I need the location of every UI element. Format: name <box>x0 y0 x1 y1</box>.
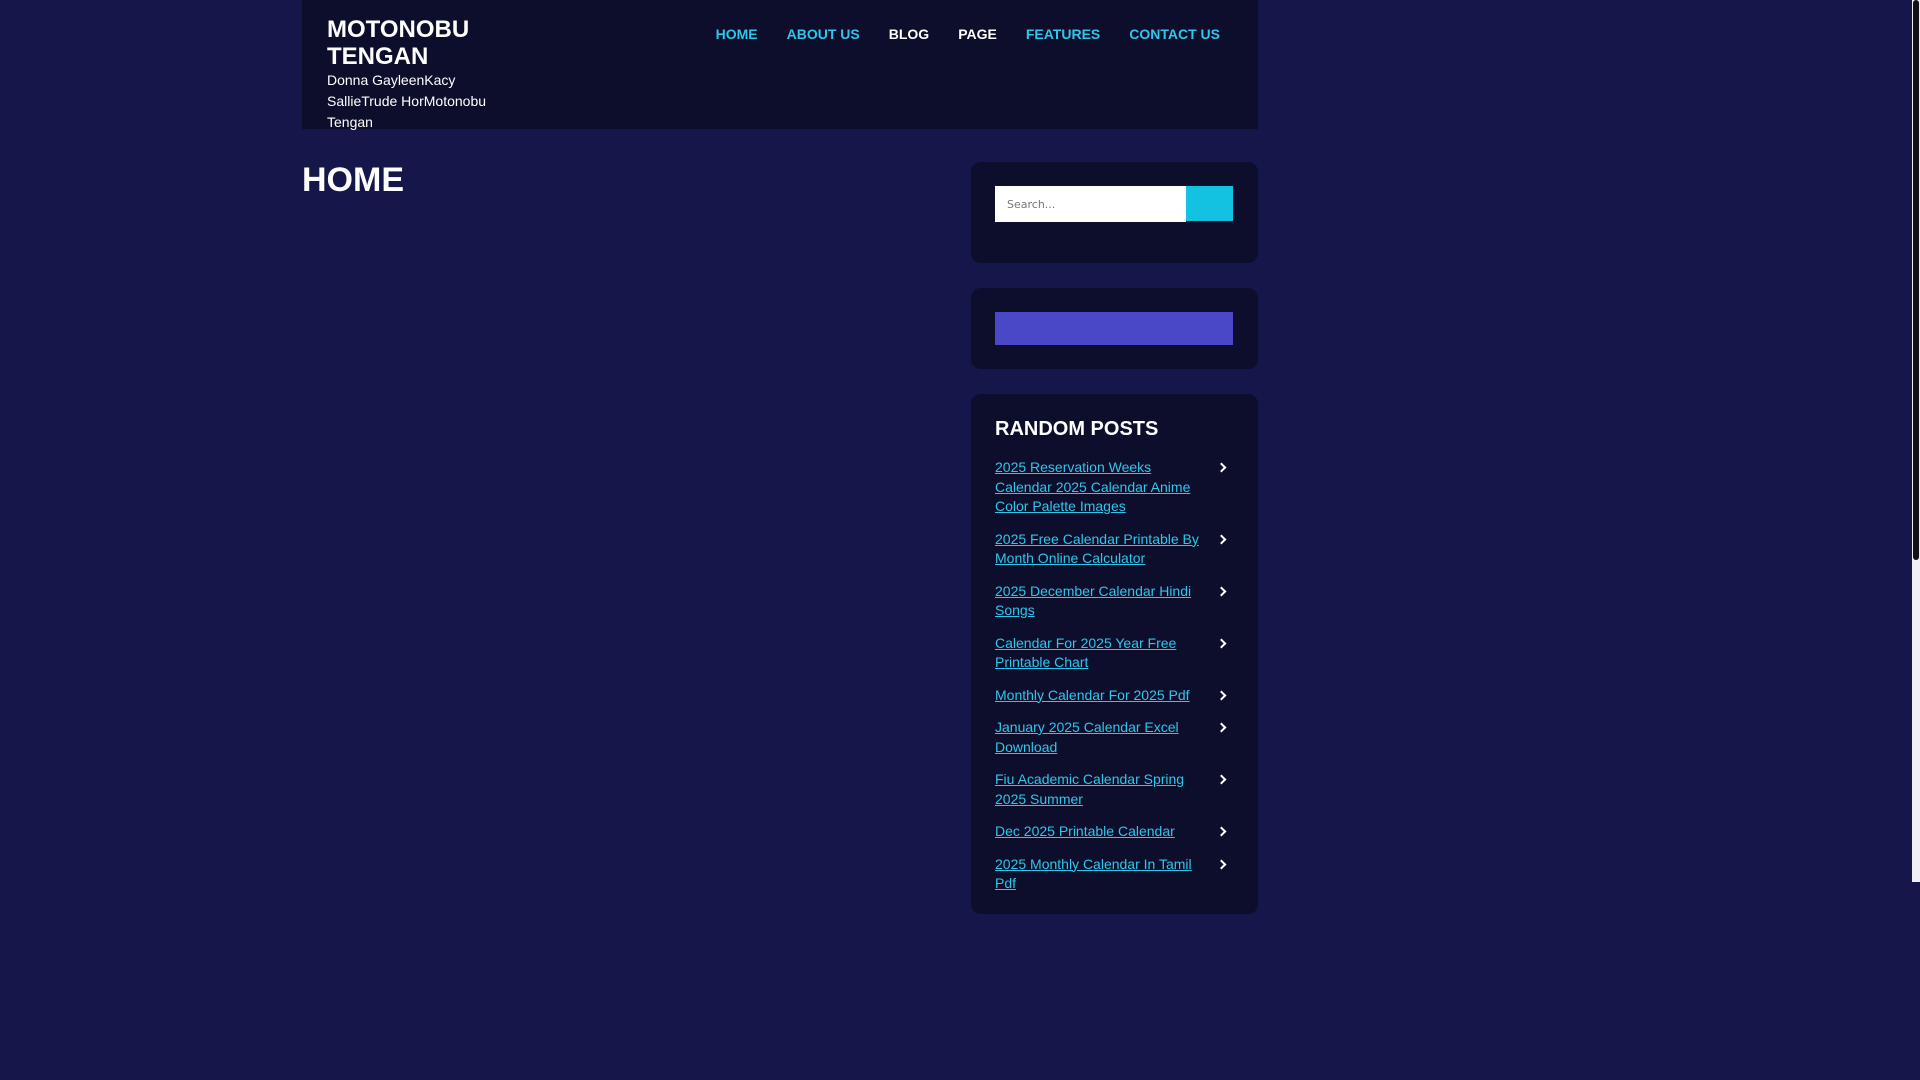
list-item: 2025 December Calendar Hindi Songs <box>995 582 1233 621</box>
scrollbar-thumb[interactable] <box>1913 0 1919 560</box>
nav-item-blog[interactable]: BLOG <box>889 26 929 42</box>
nav-item-features[interactable]: FEATURES <box>1026 26 1100 42</box>
chevron-right-icon <box>1216 722 1227 733</box>
site-tagline: Donna GayleenKacy SallieTrude HorMotonob… <box>327 72 487 130</box>
post-link[interactable]: Dec 2025 Printable Calendar <box>995 823 1175 839</box>
page-scrollbar[interactable] <box>1912 0 1920 882</box>
site-header: MOTONOBU TENGAN Donna GayleenKacy Sallie… <box>302 0 1258 130</box>
chevron-right-icon <box>1216 638 1227 648</box>
post-link[interactable]: January 2025 Calendar Excel Download <box>995 719 1179 755</box>
list-item: 2025 Reservation Weeks Calendar 2025 Cal… <box>995 458 1233 517</box>
list-item: 2025 Free Calendar Printable By Month On… <box>995 530 1233 569</box>
site-title[interactable]: MOTONOBU TENGAN <box>327 16 527 70</box>
banner-bar[interactable] <box>995 312 1233 345</box>
post-link[interactable]: 2025 December Calendar Hindi Songs <box>995 583 1191 619</box>
list-item: Dec 2025 Printable Calendar <box>995 822 1233 842</box>
page-title: HOME <box>302 161 404 199</box>
random-posts-list: 2025 Reservation Weeks Calendar 2025 Cal… <box>995 458 1233 907</box>
list-item: 2025 Monthly Calendar In Tamil Pdf <box>995 855 1233 894</box>
post-link[interactable]: 2025 Monthly Calendar In Tamil Pdf <box>995 856 1192 892</box>
chevron-right-icon <box>1216 534 1227 544</box>
chevron-right-icon <box>1216 826 1227 837</box>
main-nav: HOME ABOUT US BLOG PAGE FEATURES CONTACT… <box>687 26 1220 42</box>
post-link[interactable]: Monthly Calendar For 2025 Pdf <box>995 687 1190 703</box>
nav-item-about-us[interactable]: ABOUT US <box>787 26 860 42</box>
chevron-right-icon <box>1216 774 1227 785</box>
search-button[interactable] <box>1186 186 1233 221</box>
chevron-right-icon <box>1216 859 1227 869</box>
chevron-right-icon <box>1216 462 1227 473</box>
search-input[interactable] <box>995 186 1186 222</box>
list-item: Monthly Calendar For 2025 Pdf <box>995 686 1233 706</box>
post-link[interactable]: Fiu Academic Calendar Spring 2025 Summer <box>995 771 1184 807</box>
list-item: January 2025 Calendar Excel Download <box>995 718 1233 757</box>
list-item: Fiu Academic Calendar Spring 2025 Summer <box>995 770 1233 809</box>
banner-widget <box>971 288 1258 369</box>
random-posts-title: RANDOM POSTS <box>995 418 1159 440</box>
nav-item-home[interactable]: HOME <box>716 26 758 42</box>
random-posts-widget: RANDOM POSTS 2025 Reservation Weeks Cale… <box>971 394 1258 914</box>
post-link[interactable]: 2025 Reservation Weeks Calendar 2025 Cal… <box>995 459 1190 514</box>
list-item: Calendar For 2025 Year Free Printable Ch… <box>995 634 1233 673</box>
search-widget <box>971 162 1258 263</box>
post-link[interactable]: Calendar For 2025 Year Free Printable Ch… <box>995 635 1176 671</box>
nav-item-page[interactable]: PAGE <box>958 26 997 42</box>
nav-item-contact-us[interactable]: CONTACT US <box>1129 26 1220 42</box>
post-link[interactable]: 2025 Free Calendar Printable By Month On… <box>995 531 1199 567</box>
chevron-right-icon <box>1216 586 1227 596</box>
chevron-right-icon <box>1216 690 1227 700</box>
